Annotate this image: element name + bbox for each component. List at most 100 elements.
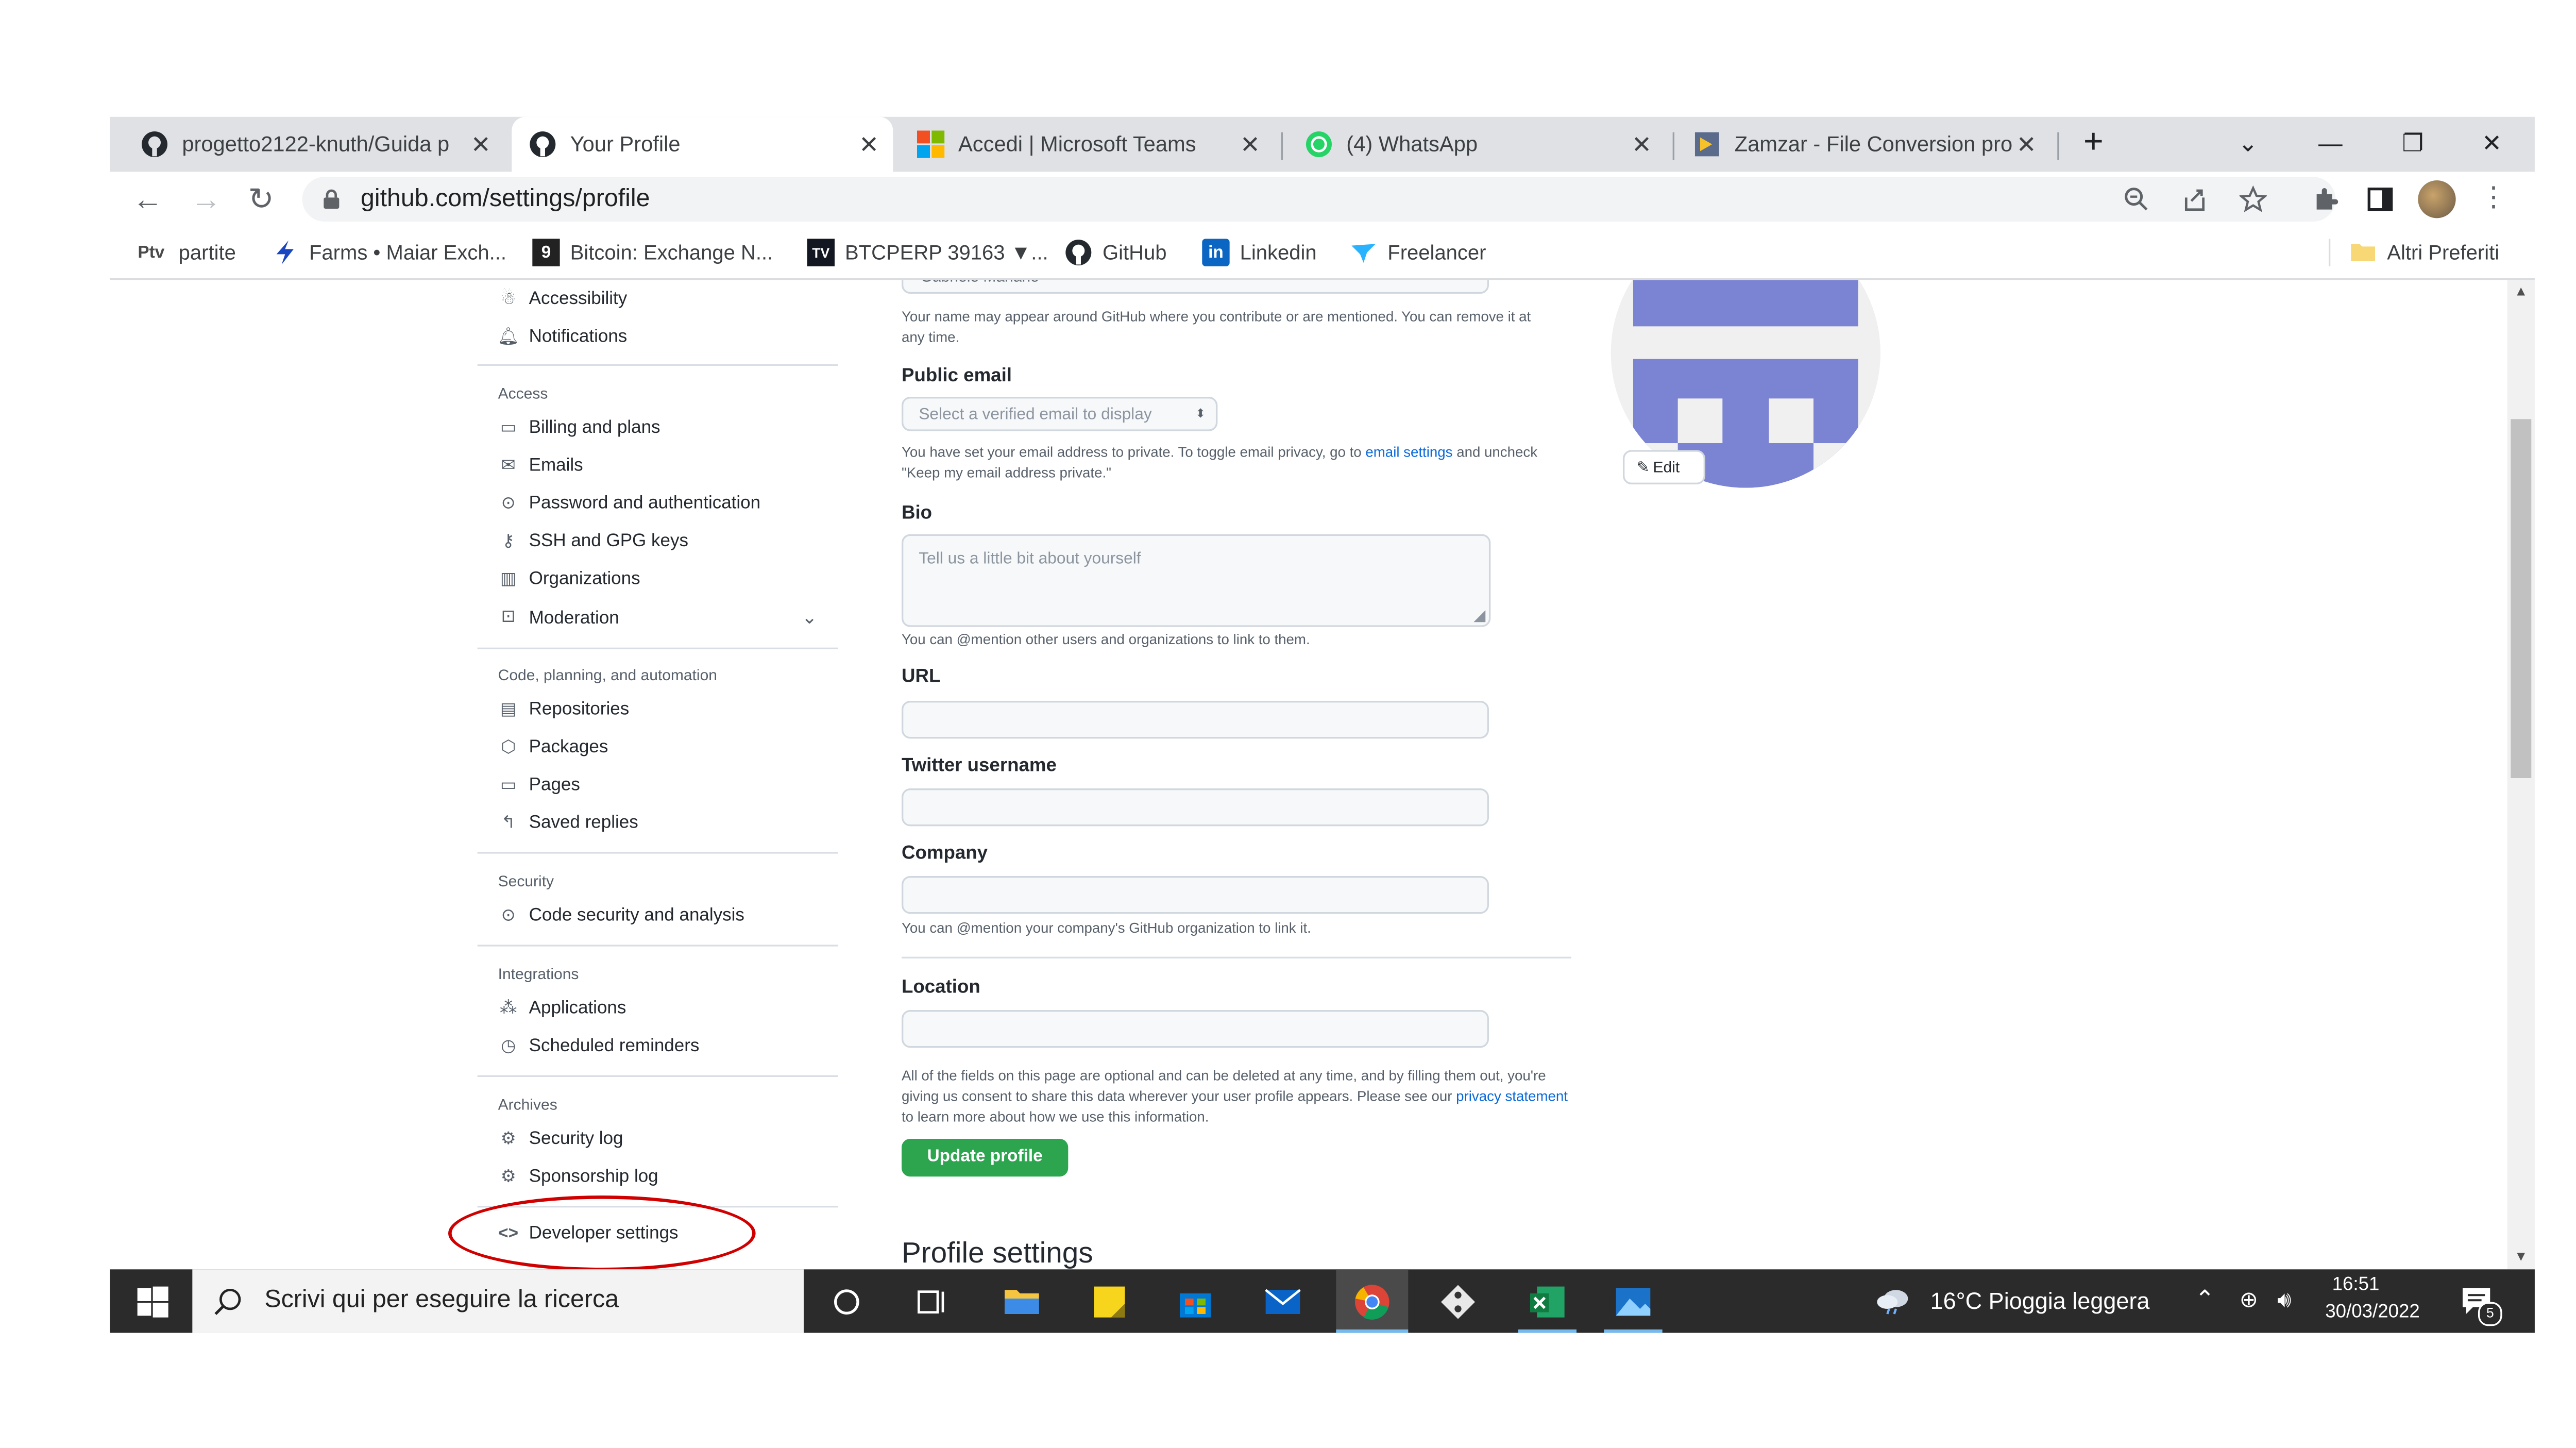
package-icon: ⬡ xyxy=(501,737,516,757)
bookmark-btcperp[interactable]: TV BTCPERP 39163 ▼... xyxy=(807,237,1048,268)
sticky-notes-icon[interactable] xyxy=(1091,1283,1128,1321)
clock-time[interactable]: 16:51 xyxy=(2332,1274,2380,1295)
menu-dots-icon[interactable]: ⋮ xyxy=(2480,180,2507,218)
tab-teams[interactable]: Accedi | Microsoft Teams ✕ xyxy=(900,117,1275,172)
sidebar-item-emails[interactable]: ✉ Emails xyxy=(498,455,583,476)
address-bar[interactable]: github.com/settings/profile xyxy=(302,177,2336,222)
sidebar-item-label: Scheduled reminders xyxy=(529,1035,700,1056)
bio-placeholder: Tell us a little bit about yourself xyxy=(919,549,1141,569)
side-panel-icon[interactable] xyxy=(2366,186,2394,213)
chevron-down-icon[interactable]: ⌄ xyxy=(802,607,818,629)
sidebar-item-pages[interactable]: ▭ Pages xyxy=(498,774,580,795)
scrollbar-thumb[interactable] xyxy=(2511,419,2532,778)
weather-cloud-icon[interactable] xyxy=(1875,1285,1913,1316)
microsoft-store-icon[interactable] xyxy=(1176,1283,1214,1321)
chrome-taskbar-active[interactable] xyxy=(1336,1269,1409,1333)
photos-taskbar[interactable] xyxy=(1597,1269,1669,1333)
avatar[interactable] xyxy=(2418,180,2456,218)
close-icon[interactable]: ✕ xyxy=(855,130,883,159)
window-close-icon[interactable]: ✕ xyxy=(2452,117,2531,172)
volume-icon[interactable]: 🔊︎ xyxy=(2277,1287,2291,1314)
update-profile-button[interactable]: Update profile xyxy=(901,1138,1069,1177)
twitter-input[interactable] xyxy=(901,788,1489,827)
sidebar-item-repositories[interactable]: ▤ Repositories xyxy=(498,699,629,720)
tray-chevron-up-icon[interactable]: ⌃ xyxy=(2195,1285,2215,1314)
bookmark-github[interactable]: GitHub xyxy=(1065,237,1167,268)
restore-icon[interactable]: ❐ xyxy=(2374,117,2452,172)
forward-arrow-icon[interactable]: → xyxy=(185,179,227,220)
vertical-scrollbar[interactable]: ▲ ▼ xyxy=(2507,280,2535,1270)
bookmark-partite[interactable]: Ptv partite xyxy=(134,237,235,268)
extensions-icon[interactable] xyxy=(2312,186,2339,213)
bookmark-freelancer[interactable]: Freelancer xyxy=(1350,237,1486,268)
reload-icon[interactable]: ↻ xyxy=(241,179,282,220)
section-heading: Code, planning, and automation xyxy=(498,666,718,684)
weather-text[interactable]: 16°C Pioggia leggera xyxy=(1930,1288,2150,1314)
excel-taskbar[interactable] xyxy=(1511,1269,1583,1333)
share-icon[interactable] xyxy=(2181,186,2208,213)
sidebar-item-applications[interactable]: ⁂ Applications xyxy=(498,998,626,1019)
scroll-up-icon[interactable]: ▲ xyxy=(2514,283,2528,299)
tab-progetto[interactable]: progetto2122-knuth/Guida p ✕ xyxy=(124,117,505,172)
sidebar-item-saved-replies[interactable]: ↰ Saved replies xyxy=(498,813,638,833)
tab-your-profile[interactable]: Your Profile ✕ xyxy=(512,116,893,172)
zoom-icon[interactable] xyxy=(2123,186,2150,213)
toolbar: ← → ↻ github.com/settings/profile ⋮ xyxy=(110,172,2535,227)
windows-start-icon[interactable] xyxy=(134,1283,172,1321)
tab-zamzar[interactable]: Zamzar - File Conversion pro ✕ xyxy=(1676,117,2050,172)
close-icon[interactable]: ✕ xyxy=(2013,130,2040,159)
resize-handle-icon[interactable]: ◢ xyxy=(1473,607,1485,626)
public-email-select[interactable]: Select a verified email to display ⬍ xyxy=(901,396,1218,431)
sidebar-item-code-security[interactable]: ⊙ Code security and analysis xyxy=(498,905,744,926)
name-input[interactable]: Gabriele Mariano xyxy=(901,280,1489,294)
company-input[interactable] xyxy=(901,875,1489,914)
bookmark-other[interactable]: Altri Preferiti xyxy=(2349,237,2499,268)
email-settings-link[interactable]: email settings xyxy=(1365,443,1452,460)
mail-app-icon[interactable] xyxy=(1264,1283,1301,1321)
sidebar-item-moderation[interactable]: ⊡ Moderation ⌄ xyxy=(498,607,818,629)
sidebar-item-password[interactable]: ⊙ Password and authentication xyxy=(498,493,760,514)
back-arrow-icon[interactable]: ← xyxy=(127,179,168,220)
section-heading: Access xyxy=(498,384,548,402)
url-input[interactable] xyxy=(901,700,1489,739)
divider xyxy=(901,956,1571,958)
sidebar-item-accessibility[interactable]: ☃ Accessibility xyxy=(498,289,628,309)
bio-textarea[interactable]: Tell us a little bit about yourself ◢ xyxy=(901,534,1491,627)
sidebar-item-organizations[interactable]: ▥ Organizations xyxy=(498,568,640,589)
scroll-down-icon[interactable]: ▼ xyxy=(2514,1249,2528,1264)
sidebar-item-notifications[interactable]: 🔔︎ Notifications xyxy=(498,326,628,347)
sidebar-item-label: Organizations xyxy=(529,568,640,590)
file-explorer-icon[interactable] xyxy=(1003,1283,1041,1321)
email-note: You have set your email address to priva… xyxy=(902,442,1571,483)
location-input[interactable] xyxy=(901,1009,1489,1048)
divider xyxy=(477,647,838,649)
privacy-statement-link[interactable]: privacy statement xyxy=(1456,1087,1568,1104)
chevron-down-icon[interactable]: ⌄ xyxy=(2209,117,2287,172)
minimize-icon[interactable]: — xyxy=(2291,117,2370,172)
sidebar-item-security-log[interactable]: ⚙ Security log xyxy=(498,1129,623,1149)
close-icon[interactable]: ✕ xyxy=(1236,130,1264,159)
star-icon[interactable] xyxy=(2239,185,2267,213)
taskbar-search-box[interactable]: Scrivi qui per eseguire la ricerca xyxy=(192,1269,804,1333)
sidebar-item-packages[interactable]: ⬡ Packages xyxy=(498,737,608,757)
close-icon[interactable]: ✕ xyxy=(467,130,495,159)
sidebar-item-sponsorship-log[interactable]: ⚙ Sponsorship log xyxy=(498,1166,658,1187)
taskbar-search-text: Scrivi qui per eseguire la ricerca xyxy=(264,1286,619,1314)
bookmark-linkedin[interactable]: in Linkedin xyxy=(1202,237,1317,268)
avatar-edit-button[interactable]: ✎ Edit xyxy=(1622,450,1705,484)
sidebar-item-label: Saved replies xyxy=(529,812,638,833)
new-tab-button[interactable]: + xyxy=(2054,117,2133,172)
close-icon[interactable]: ✕ xyxy=(1628,130,1655,159)
sidebar-item-ssh[interactable]: ⚷ SSH and GPG keys xyxy=(498,531,688,551)
clock-date[interactable]: 30/03/2022 xyxy=(2325,1302,2420,1323)
sidebar-item-billing[interactable]: ▭ Billing and plans xyxy=(498,417,660,438)
bookmark-bitcoin[interactable]: 9 Bitcoin: Exchange N... xyxy=(532,237,773,268)
bookmark-farms[interactable]: Farms • Maiar Exch... xyxy=(272,237,506,268)
meet-now-icon[interactable]: ⊕ xyxy=(2240,1287,2258,1314)
cortana-icon[interactable] xyxy=(828,1283,866,1321)
tab-whatsapp[interactable]: (4) WhatsApp ✕ xyxy=(1288,117,1666,172)
task-view-icon[interactable] xyxy=(913,1283,951,1321)
git-app-icon[interactable] xyxy=(1439,1283,1477,1321)
page-content: ☃ Accessibility 🔔︎ Notifications Access ▭ B… xyxy=(110,280,2507,1270)
sidebar-item-scheduled-reminders[interactable]: ◷ Scheduled reminders xyxy=(498,1035,700,1056)
